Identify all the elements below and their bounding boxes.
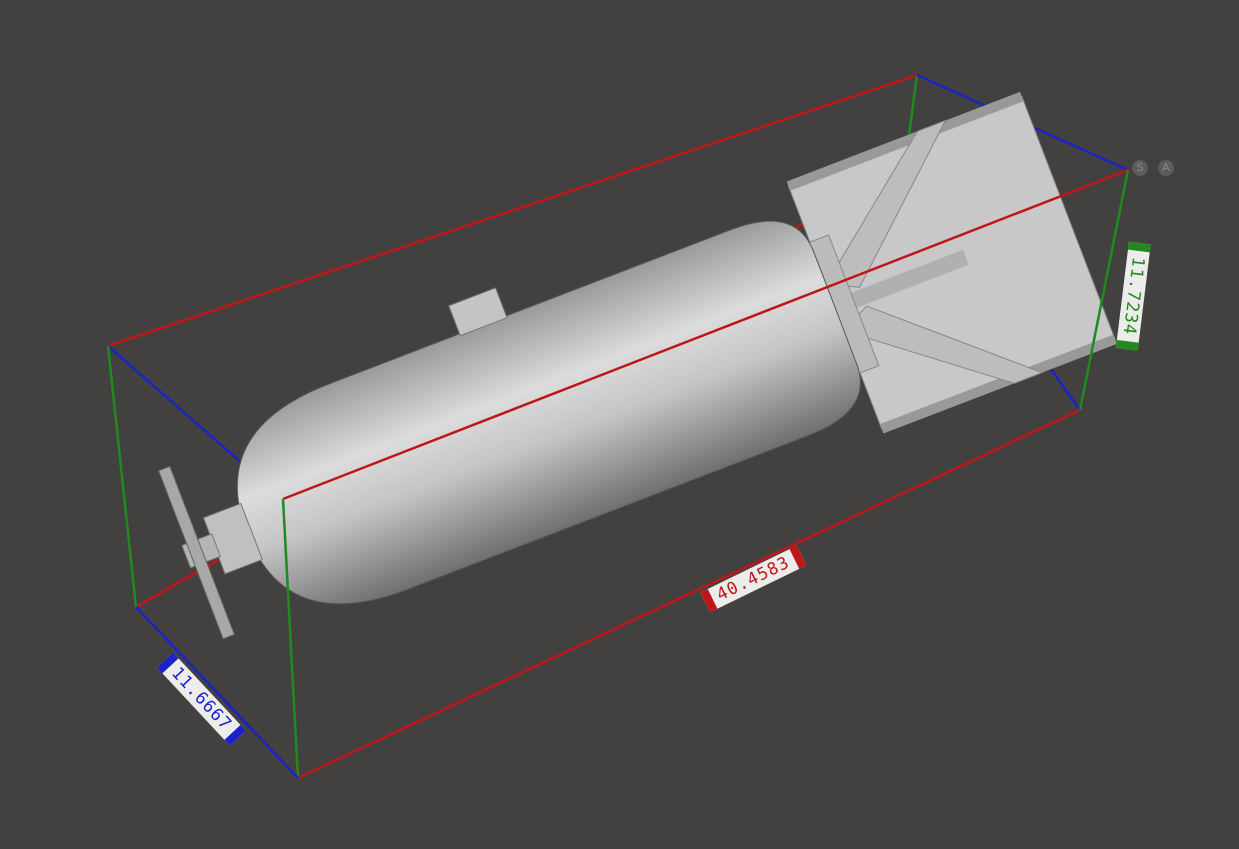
nav-button-s[interactable]: S [1132,160,1148,176]
nav-button-a[interactable]: A [1158,160,1174,176]
scene [106,73,1130,780]
3d-viewport[interactable]: 40.4583 11.7234 11.6667 S A [0,0,1239,849]
bomb-model[interactable] [136,87,1117,682]
